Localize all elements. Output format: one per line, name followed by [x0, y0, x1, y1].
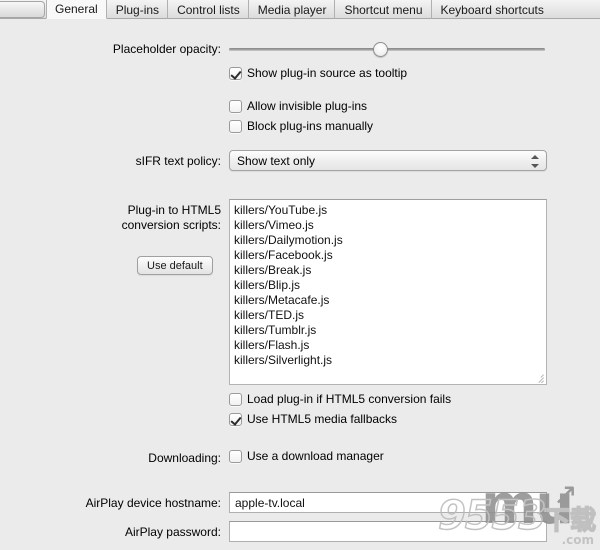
show-source-tooltip-row[interactable]: Show plug-in source as tooltip — [229, 66, 407, 80]
tab-bar: General Plug-ins Control lists Media pla… — [0, 0, 600, 19]
use-media-fallbacks-row[interactable]: Use HTML5 media fallbacks — [229, 412, 397, 426]
block-manually-checkbox[interactable] — [229, 119, 242, 133]
conversion-scripts-label-line2: conversion scripts: — [121, 218, 221, 232]
tab-general-label: General — [55, 1, 98, 16]
show-source-tooltip-checkbox[interactable] — [229, 66, 242, 80]
tab-plug-ins-label: Plug-ins — [115, 2, 160, 17]
download-manager-label: Use a download manager — [247, 449, 384, 463]
tab-keyboard-shortcuts-label: Keyboard shortcuts — [440, 2, 544, 17]
allow-invisible-label: Allow invisible plug-ins — [247, 99, 368, 113]
tab-keyboard-shortcuts[interactable]: Keyboard shortcuts — [432, 0, 553, 19]
airplay-hostname-value: apple-tv.local — [235, 495, 305, 510]
tab-shortcut-menu[interactable]: Shortcut menu — [335, 0, 432, 19]
allow-invisible-row[interactable]: Allow invisible plug-ins — [229, 99, 367, 113]
script-line: killers/Silverlight.js — [234, 353, 333, 367]
use-default-button-label: Use default — [147, 259, 203, 272]
tab-media-player-label: Media player — [257, 2, 327, 17]
show-source-tooltip-label: Show plug-in source as tooltip — [247, 66, 408, 80]
tab-control-lists[interactable]: Control lists — [168, 0, 249, 19]
chevron-updown-icon — [530, 155, 539, 168]
load-plugin-if-fails-row[interactable]: Load plug-in if HTML5 conversion fails — [229, 392, 451, 406]
tab-list: General Plug-ins Control lists Media pla… — [46, 0, 553, 19]
use-media-fallbacks-checkbox[interactable] — [229, 412, 242, 426]
general-settings-pane: Placeholder opacity: Show plug-in source… — [0, 19, 600, 550]
script-line: killers/Facebook.js — [234, 248, 333, 262]
tab-media-player[interactable]: Media player — [249, 0, 336, 19]
use-media-fallbacks-label: Use HTML5 media fallbacks — [247, 412, 398, 426]
script-line: killers/Dailymotion.js — [234, 233, 343, 247]
script-line: killers/Metacafe.js — [234, 293, 330, 307]
airplay-password-label: AirPlay password: — [124, 525, 221, 539]
airplay-hostname-label: AirPlay device hostname: — [85, 496, 221, 510]
script-line: killers/Vimeo.js — [234, 218, 314, 232]
script-line: killers/Blip.js — [234, 278, 301, 292]
tab-stub-truncated[interactable] — [0, 1, 45, 18]
downloading-label: Downloading: — [148, 451, 221, 465]
sifr-policy-selected-value: Show text only — [237, 153, 316, 168]
tab-plug-ins[interactable]: Plug-ins — [107, 0, 169, 19]
conversion-scripts-textarea[interactable]: killers/YouTube.js killers/Vimeo.js killer… — [229, 199, 547, 385]
use-default-button[interactable]: Use default — [137, 256, 213, 275]
download-manager-checkbox[interactable] — [229, 449, 242, 463]
tab-shortcut-menu-label: Shortcut menu — [344, 2, 423, 17]
script-line: killers/Flash.js — [234, 338, 310, 352]
placeholder-opacity-slider[interactable] — [229, 41, 545, 57]
block-manually-row[interactable]: Block plug-ins manually — [229, 119, 373, 133]
script-line: killers/YouTube.js — [234, 203, 328, 217]
script-line: killers/TED.js — [234, 308, 305, 322]
tab-general[interactable]: General — [46, 0, 107, 19]
resize-handle-icon[interactable] — [532, 370, 545, 383]
conversion-scripts-label-line1: Plug-in to HTML5 — [127, 203, 221, 217]
load-plugin-if-fails-label: Load plug-in if HTML5 conversion fails — [247, 392, 452, 406]
sifr-policy-label: sIFR text policy: — [135, 154, 221, 168]
placeholder-opacity-label: Placeholder opacity: — [112, 42, 221, 56]
allow-invisible-checkbox[interactable] — [229, 99, 242, 113]
sifr-policy-select[interactable]: Show text only — [229, 150, 547, 171]
download-manager-row[interactable]: Use a download manager — [229, 449, 384, 463]
script-line: killers/Break.js — [234, 263, 312, 277]
script-line: killers/Tumblr.js — [234, 323, 317, 337]
airplay-password-input[interactable] — [229, 521, 547, 542]
slider-thumb[interactable] — [373, 42, 389, 57]
block-manually-label: Block plug-ins manually — [247, 119, 374, 133]
load-plugin-if-fails-checkbox[interactable] — [229, 392, 242, 406]
airplay-hostname-input[interactable]: apple-tv.local — [229, 492, 547, 513]
tab-control-lists-label: Control lists — [177, 2, 240, 17]
